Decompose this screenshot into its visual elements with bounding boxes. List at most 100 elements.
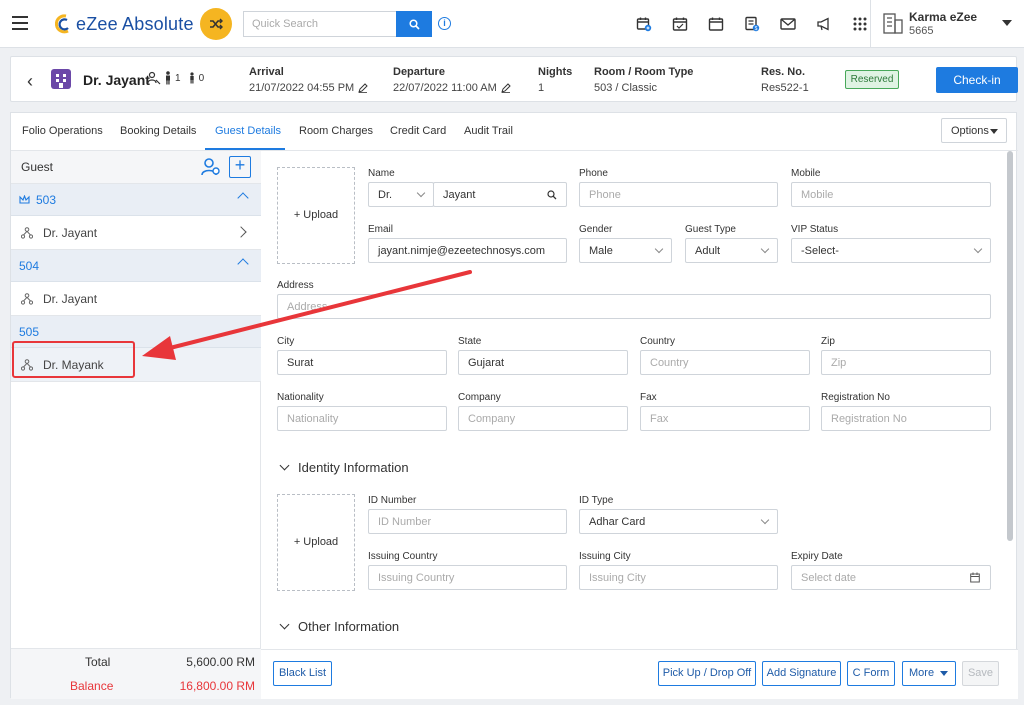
room-value: 503 / Classic — [594, 82, 657, 94]
nationality-input[interactable]: Nationality — [277, 406, 447, 431]
guests-icon — [147, 71, 161, 85]
vip-status-value: -Select- — [801, 245, 839, 257]
tab-credit-card[interactable]: Credit Card — [390, 125, 446, 137]
more-button[interactable]: More — [902, 661, 956, 686]
other-section-header[interactable]: Other Information — [279, 619, 399, 634]
phone-label: Phone — [579, 168, 608, 179]
id-upload[interactable]: + Upload — [277, 494, 355, 591]
guest-type-label: Guest Type — [685, 224, 736, 235]
identity-section-header[interactable]: Identity Information — [279, 460, 409, 475]
building-icon — [883, 13, 903, 34]
vip-status-select[interactable]: -Select- — [791, 238, 991, 263]
res-number-info: Res. No. Res522-1 — [761, 66, 809, 94]
child-icon — [189, 72, 194, 84]
chevron-down-icon — [760, 244, 770, 254]
pickup-dropoff-button[interactable]: Pick Up / Drop Off — [658, 661, 756, 686]
info-icon[interactable]: i — [438, 17, 451, 30]
top-bar: eZee Absolute i $ — [0, 0, 1024, 48]
guest-item[interactable]: Dr. Jayant — [11, 216, 261, 250]
id-type-select[interactable]: Adhar Card — [579, 509, 778, 534]
user-id: 5665 — [909, 25, 934, 37]
id-number-input[interactable]: ID Number — [368, 509, 567, 534]
gender-select[interactable]: Male — [579, 238, 672, 263]
id-type-value: Adhar Card — [589, 516, 646, 528]
switch-property-button[interactable] — [200, 8, 232, 40]
room-label: Room / Room Type — [594, 66, 694, 78]
address-input[interactable]: Address — [277, 294, 991, 319]
balance-label: Balance — [70, 679, 114, 693]
quick-search-input[interactable] — [243, 11, 397, 37]
chevron-up-icon[interactable] — [237, 192, 249, 204]
city-input[interactable]: Surat — [277, 350, 447, 375]
email-input[interactable]: jayant.nimje@ezeetechnosys.com — [368, 238, 567, 263]
mobile-input[interactable]: Mobile — [791, 182, 991, 207]
tab-bar: Folio Operations Booking Details Guest D… — [11, 113, 1018, 151]
room-group-503[interactable]: 503 — [11, 184, 261, 216]
tab-booking-details[interactable]: Booking Details — [120, 125, 196, 137]
fax-input[interactable]: Fax — [640, 406, 810, 431]
add-guest-button[interactable]: + — [229, 156, 251, 178]
c-form-button[interactable]: C Form — [847, 661, 895, 686]
hotel-icon — [51, 69, 71, 89]
name-value: Jayant — [443, 189, 476, 201]
guest-type-select[interactable]: Adult — [685, 238, 778, 263]
tab-audit-trail[interactable]: Audit Trail — [464, 125, 513, 137]
menu-icon[interactable] — [12, 16, 28, 30]
photo-upload[interactable]: + Upload — [277, 167, 355, 264]
megaphone-icon[interactable] — [806, 13, 842, 35]
name-input[interactable]: Jayant — [433, 182, 567, 207]
company-label: Company — [458, 392, 501, 403]
issuing-country-input[interactable]: Issuing Country — [368, 565, 567, 590]
title-select[interactable]: Dr. — [368, 182, 434, 207]
svg-text:$: $ — [755, 26, 758, 32]
pax-info: 1 0 — [147, 71, 204, 85]
user-menu[interactable]: Karma eZee 5665 — [870, 0, 1024, 48]
guest-search-icon[interactable] — [201, 157, 221, 177]
back-arrow-icon[interactable]: ‹ — [27, 71, 33, 92]
room-number: 503 — [36, 193, 57, 207]
blacklist-button[interactable]: Black List — [273, 661, 332, 686]
tab-guest-details[interactable]: Guest Details — [215, 125, 281, 137]
company-input[interactable]: Company — [458, 406, 628, 431]
total-value: 5,600.00 RM — [186, 655, 255, 669]
app-logo[interactable]: eZee Absolute — [52, 12, 194, 36]
search-button[interactable] — [396, 11, 432, 37]
tab-room-charges[interactable]: Room Charges — [299, 125, 373, 137]
state-label: State — [458, 336, 482, 347]
room-group-504[interactable]: 504 — [11, 250, 261, 282]
chevron-down-icon[interactable] — [1002, 20, 1012, 26]
edit-icon[interactable] — [500, 83, 511, 93]
chevron-up-icon[interactable] — [237, 258, 249, 270]
guest-item[interactable]: Dr. Jayant — [11, 282, 261, 316]
options-dropdown[interactable]: Options — [941, 118, 1007, 143]
guest-node-icon — [21, 227, 33, 239]
edit-icon[interactable] — [358, 83, 368, 93]
calendar-icon[interactable] — [698, 13, 734, 35]
calendar-add-icon[interactable] — [626, 13, 662, 35]
tab-folio-operations[interactable]: Folio Operations — [22, 125, 103, 137]
zip-input[interactable]: Zip — [821, 350, 991, 375]
scrollbar[interactable] — [1007, 151, 1013, 541]
save-button[interactable]: Save — [962, 661, 999, 686]
calendar-icon[interactable] — [970, 572, 980, 583]
ezee-logo-icon — [54, 14, 69, 34]
gender-label: Gender — [579, 224, 613, 235]
child-count: 0 — [198, 72, 205, 84]
gender-value: Male — [589, 245, 613, 257]
country-input[interactable]: Country — [640, 350, 810, 375]
invoice-icon[interactable]: $ — [734, 13, 770, 35]
mail-icon[interactable] — [770, 13, 806, 35]
state-input[interactable]: Gujarat — [458, 350, 628, 375]
search-icon[interactable] — [547, 190, 557, 200]
fax-label: Fax — [640, 392, 657, 403]
add-signature-button[interactable]: Add Signature — [762, 661, 841, 686]
phone-input[interactable]: Phone — [579, 182, 778, 207]
calendar-check-icon[interactable] — [662, 13, 698, 35]
room-number: 504 — [19, 259, 40, 273]
room-number: 505 — [19, 325, 40, 339]
issuing-city-input[interactable]: Issuing City — [579, 565, 778, 590]
check-in-button[interactable]: Check-in — [936, 67, 1018, 93]
registration-no-input[interactable]: Registration No — [821, 406, 991, 431]
expiry-date-input[interactable]: Select date — [791, 565, 991, 590]
guest-name: Dr. Jayant — [43, 292, 98, 306]
